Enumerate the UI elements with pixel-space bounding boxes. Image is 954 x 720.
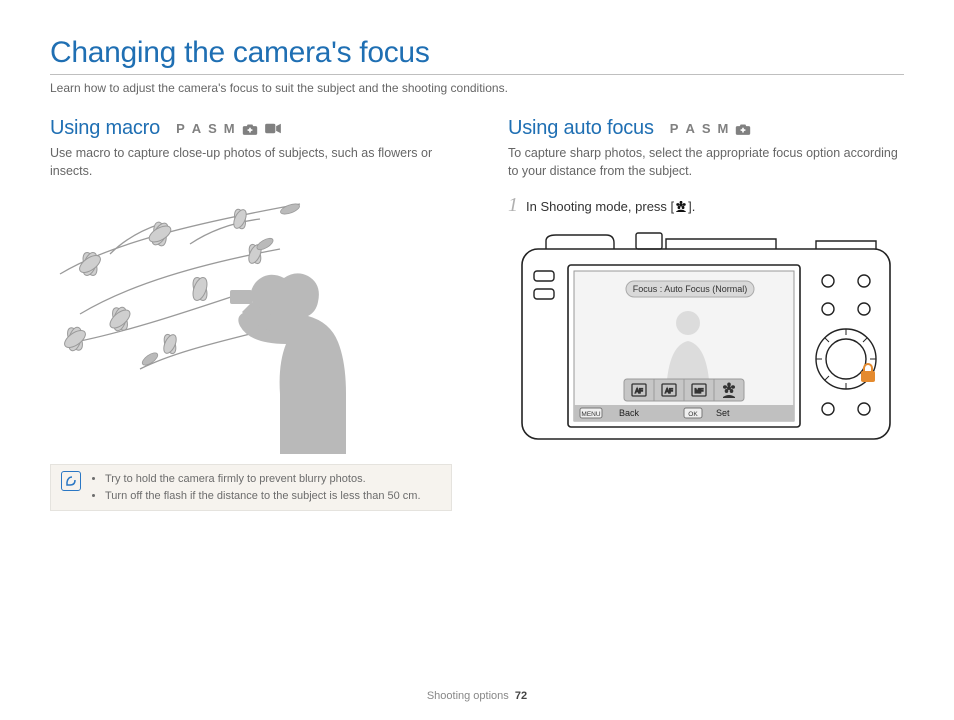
step-text: In Shooting mode, press []. <box>526 199 695 214</box>
svg-text:OK: OK <box>688 411 698 418</box>
camera-back-illustration: Focus : Auto Focus (Normal) AF AF <box>516 231 896 446</box>
footer-section: Shooting options <box>427 690 509 702</box>
screen-focus-label: Focus : Auto Focus (Normal) <box>633 284 748 294</box>
macro-body: Use macro to capture close-up photos of … <box>50 144 452 180</box>
macro-flower-icon <box>674 201 688 212</box>
note-box: Try to hold the camera firmly to prevent… <box>50 464 452 511</box>
screen-back-label: Back <box>619 408 640 418</box>
mode-m: M <box>718 121 729 136</box>
mode-p: P <box>176 121 185 136</box>
svg-text:AF: AF <box>665 389 673 395</box>
intro-text: Learn how to adjust the camera's focus t… <box>50 81 904 95</box>
mode-p: P <box>670 121 679 136</box>
page-title: Changing the camera's focus <box>50 36 904 70</box>
mode-s: S <box>702 121 711 136</box>
mode-a: A <box>685 121 694 136</box>
mode-icons-left: P A S M <box>176 121 281 136</box>
autofocus-body: To capture sharp photos, select the appr… <box>508 144 904 180</box>
footer-page: 72 <box>515 690 527 702</box>
column-right: Using auto focus P A S M To capture shar… <box>508 117 904 511</box>
heading-autofocus: Using auto focus <box>508 117 654 140</box>
macro-illustration <box>50 194 400 454</box>
step-1: 1 In Shooting mode, press []. <box>508 194 904 217</box>
svg-text:AF: AF <box>635 389 643 395</box>
note-icon <box>61 471 81 491</box>
page-footer: Shooting options 72 <box>0 690 954 702</box>
mode-icons-right: P A S M <box>670 121 752 136</box>
title-rule <box>50 74 904 75</box>
video-icon <box>265 123 281 134</box>
note-item-2: Turn off the flash if the distance to th… <box>105 488 421 505</box>
svg-text:MF: MF <box>695 389 704 395</box>
column-left: Using macro P A S M Use macro to capture… <box>50 117 452 511</box>
step-number: 1 <box>508 194 518 217</box>
plus-camera-icon <box>735 122 751 135</box>
mode-m: M <box>224 121 235 136</box>
mode-a: A <box>192 121 201 136</box>
plus-camera-icon <box>242 122 258 135</box>
note-item-1: Try to hold the camera firmly to prevent… <box>105 471 421 488</box>
heading-macro: Using macro <box>50 117 160 140</box>
mode-s: S <box>208 121 217 136</box>
svg-text:MENU: MENU <box>581 411 600 418</box>
screen-set-label: Set <box>716 408 730 418</box>
